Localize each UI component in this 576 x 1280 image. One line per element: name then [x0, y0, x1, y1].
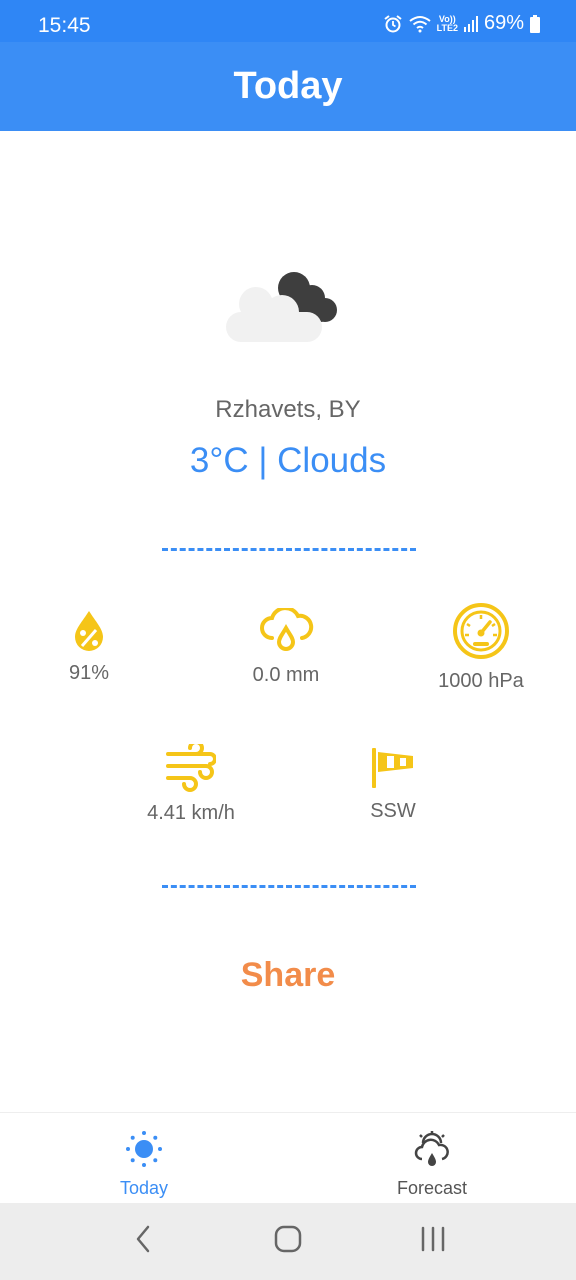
bottom-navigation: Today Forecast	[0, 1112, 576, 1203]
windsock-icon	[318, 746, 468, 790]
recents-icon	[418, 1224, 448, 1259]
precipitation-metric: 0.0 mm	[211, 608, 361, 687]
sun-icon	[124, 1129, 164, 1174]
precipitation-value: 0.0 mm	[252, 664, 320, 686]
temperature-condition: 3°C | Clouds	[189, 441, 387, 480]
humidity-drop-icon	[14, 608, 164, 652]
humidity-metric: 91%	[14, 608, 164, 685]
wind-speed-value: 4.41 km/h	[147, 802, 235, 824]
status-icons: Vo)) LTE2 69%	[383, 12, 540, 35]
home-button[interactable]	[258, 1217, 318, 1267]
back-button[interactable]	[113, 1217, 173, 1267]
rain-cloud-icon	[211, 608, 361, 654]
tab-forecast[interactable]: Forecast	[288, 1113, 576, 1203]
pressure-value: 1000 hPa	[438, 670, 524, 692]
signal-icon	[463, 15, 478, 32]
status-bar: 15:45 Vo)) LTE2 69%	[0, 0, 576, 42]
pressure-metric: 1000 hPa	[406, 602, 556, 693]
divider-top	[162, 548, 416, 551]
humidity-value: 91%	[68, 662, 110, 684]
system-navigation-bar	[0, 1203, 576, 1280]
status-time: 15:45	[38, 14, 91, 37]
location-label: Rzhavets, BY	[215, 396, 361, 423]
pressure-gauge-icon	[406, 602, 556, 660]
wind-speed-metric: 4.41 km/h	[116, 744, 266, 825]
tab-forecast-label: Forecast	[396, 1178, 468, 1198]
recents-button[interactable]	[403, 1217, 463, 1267]
cloud-icon	[222, 268, 342, 348]
alarm-icon	[383, 14, 403, 34]
network-type: Vo)) LTE2	[436, 13, 458, 33]
back-icon	[133, 1224, 153, 1259]
battery-text: 69%	[483, 12, 524, 34]
wind-direction-metric: SSW	[318, 746, 468, 823]
tab-today[interactable]: Today	[0, 1113, 288, 1203]
wind-direction-value: SSW	[370, 800, 416, 822]
page-title: Today	[233, 65, 343, 107]
battery-icon	[530, 14, 540, 33]
divider-bottom	[162, 885, 416, 888]
app-bar: Today	[0, 42, 576, 131]
home-icon	[273, 1224, 303, 1259]
tab-today-label: Today	[119, 1178, 169, 1198]
forecast-icon	[412, 1129, 452, 1174]
share-button[interactable]: Share	[0, 956, 576, 995]
wifi-icon	[409, 15, 431, 33]
wind-icon	[116, 744, 266, 792]
